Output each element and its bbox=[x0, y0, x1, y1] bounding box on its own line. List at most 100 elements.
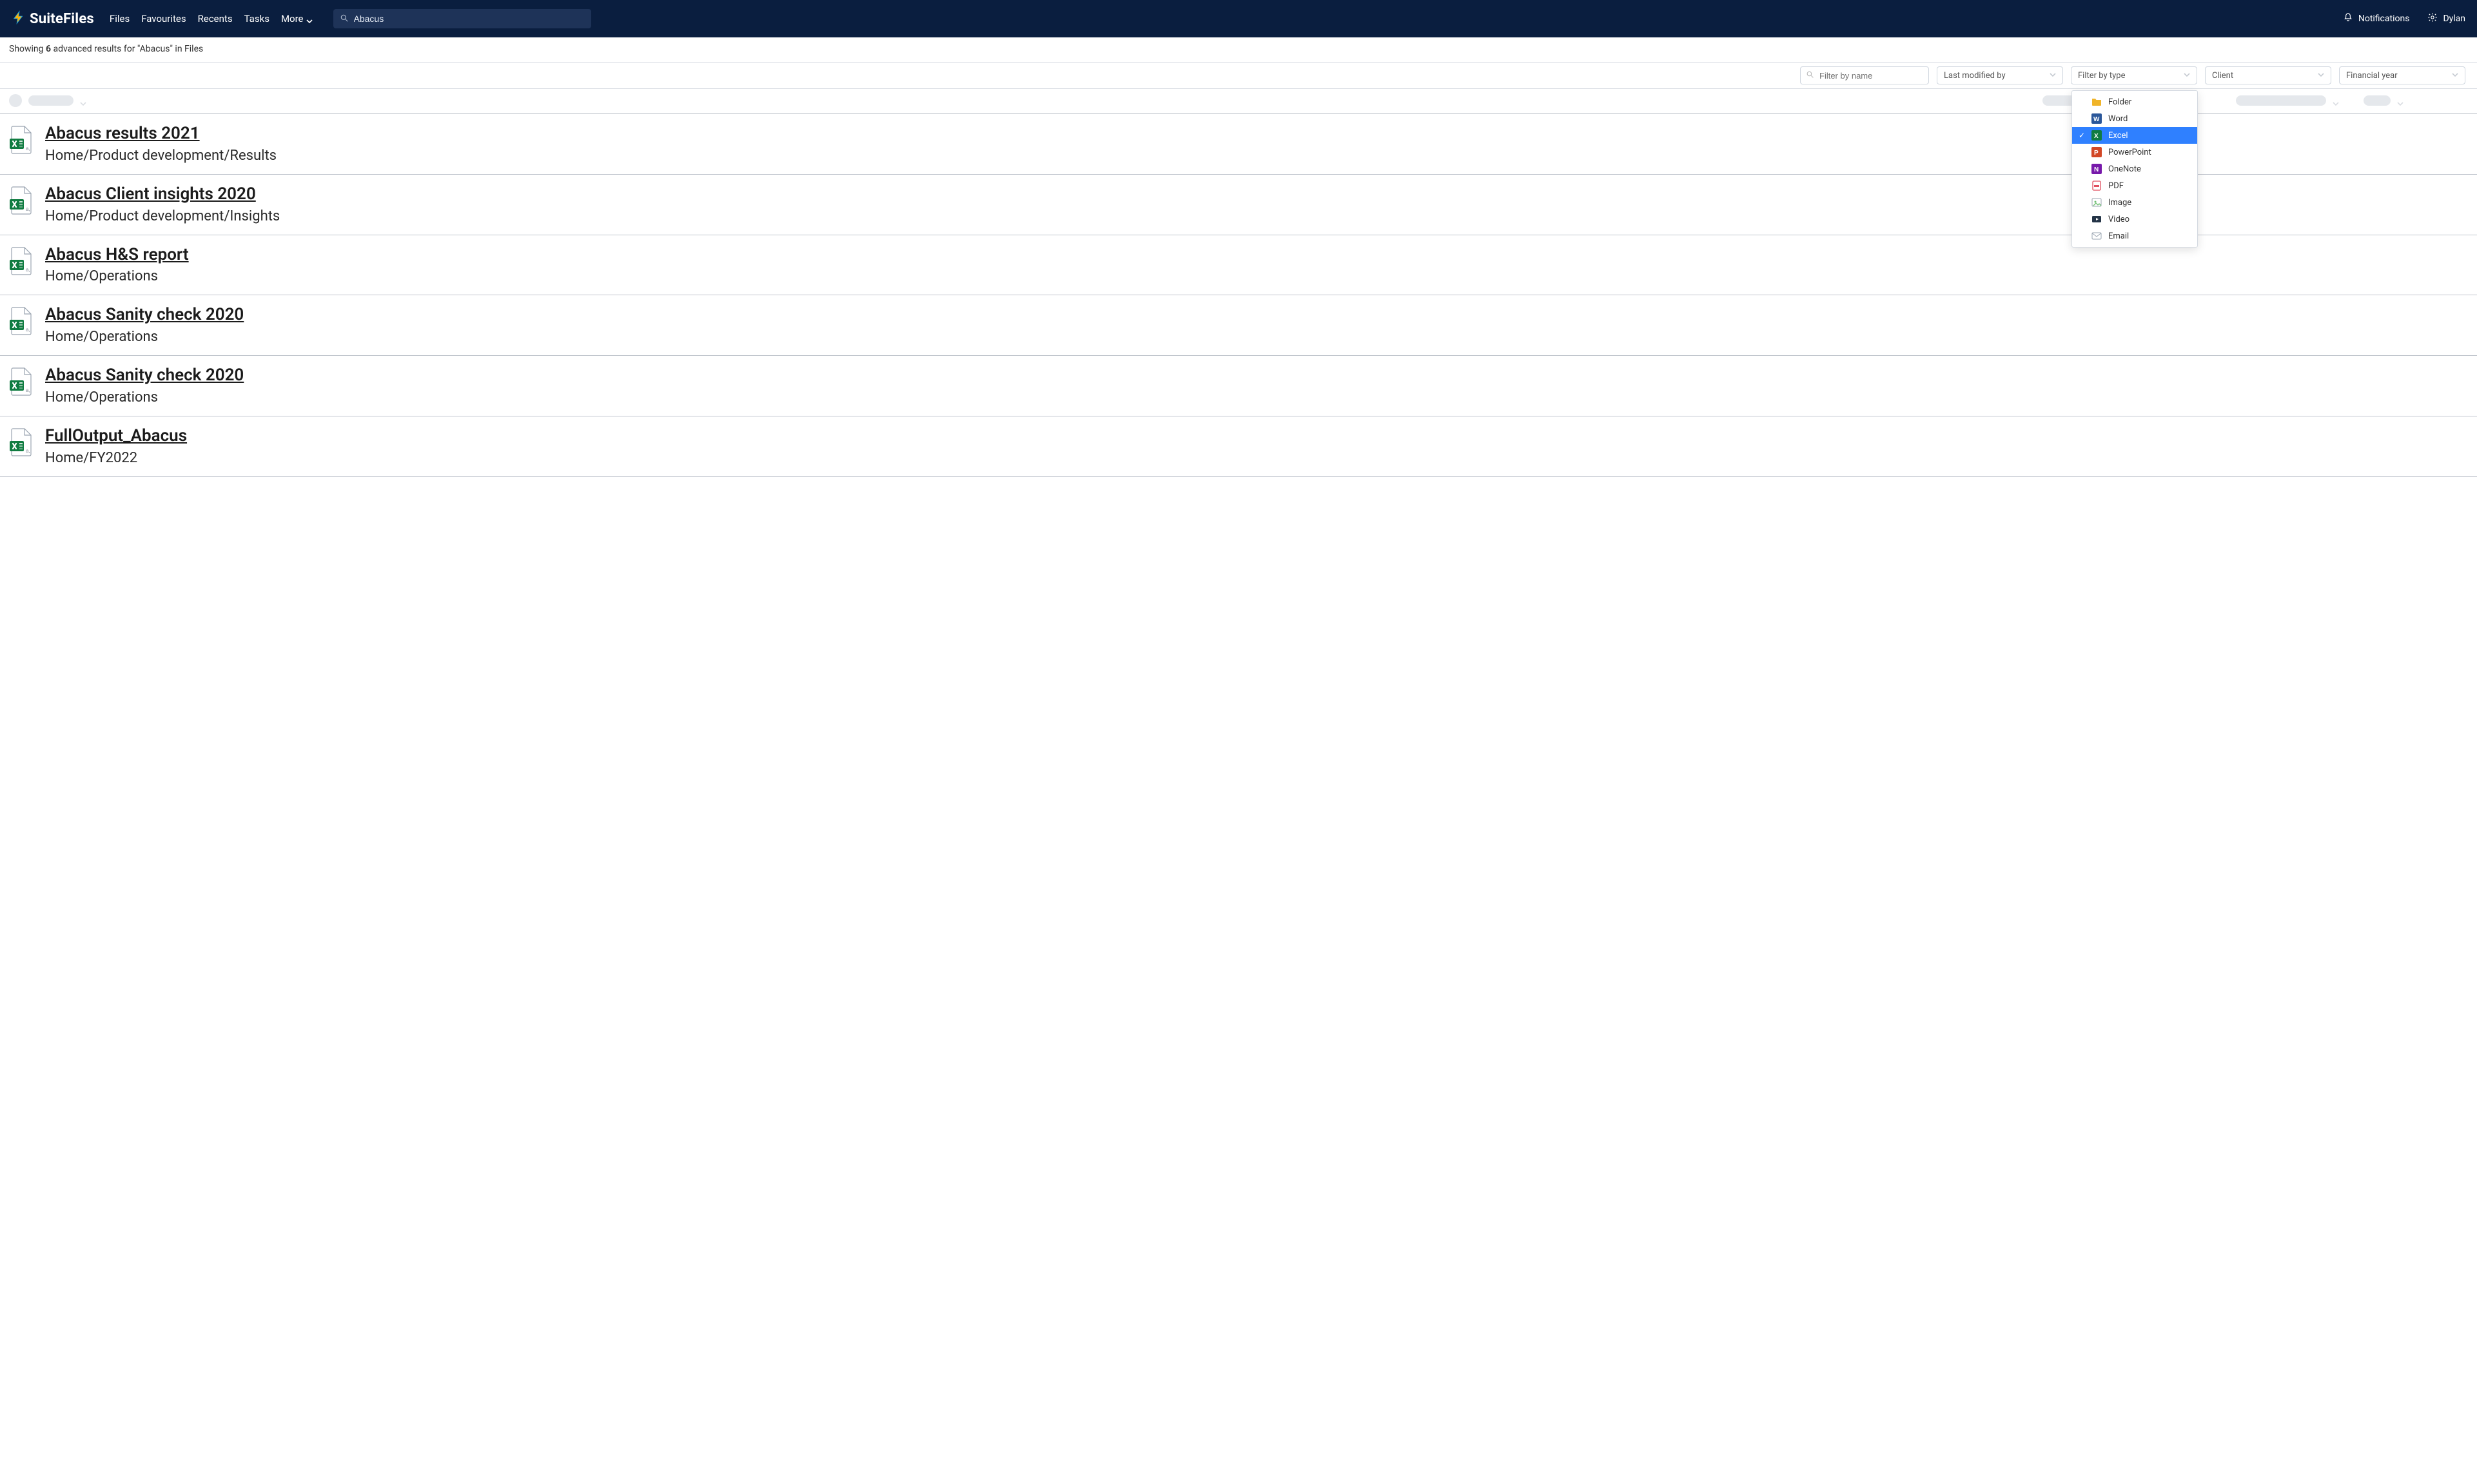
video-icon bbox=[2091, 214, 2102, 224]
result-meta: Abacus H&S report Home/Operations bbox=[45, 244, 189, 285]
pdf-icon bbox=[2091, 181, 2102, 191]
chevron-down-icon bbox=[2050, 71, 2056, 81]
nav-more-label: More bbox=[281, 13, 304, 24]
result-path: Home/Operations bbox=[45, 389, 244, 405]
skeleton-pill bbox=[28, 95, 73, 106]
user-menu[interactable]: Dylan bbox=[2427, 12, 2465, 25]
filter-by-type-menu: Folder Word Excel PowerPoint OneNote PDF Image… bbox=[2071, 90, 2198, 248]
excel-file-icon bbox=[9, 367, 34, 396]
type-option-onenote[interactable]: OneNote bbox=[2072, 161, 2197, 177]
primary-nav: Files Favourites Recents Tasks More bbox=[110, 13, 313, 24]
top-bar: SuiteFiles Files Favourites Recents Task… bbox=[0, 0, 2477, 37]
brand-text: SuiteFiles bbox=[30, 11, 94, 27]
user-label: Dylan bbox=[2443, 14, 2465, 24]
type-option-excel[interactable]: Excel bbox=[2072, 127, 2197, 144]
filter-by-type[interactable]: Filter by type FolderWordExcelPowerPoint… bbox=[2071, 66, 2197, 84]
result-path: Home/Product development/Results bbox=[45, 148, 277, 164]
result-title[interactable]: Abacus Sanity check 2020 bbox=[45, 365, 244, 387]
chevron-down-icon bbox=[2452, 71, 2458, 81]
onenote-icon bbox=[2091, 164, 2102, 174]
filter-by-type-label: Filter by type bbox=[2078, 71, 2126, 81]
type-option-label: Email bbox=[2108, 231, 2129, 241]
filter-last-modified-label: Last modified by bbox=[1944, 71, 2006, 81]
nav-files[interactable]: Files bbox=[110, 13, 130, 24]
type-option-email[interactable]: Email bbox=[2072, 228, 2197, 244]
email-icon bbox=[2091, 231, 2102, 241]
result-title[interactable]: Abacus Client insights 2020 bbox=[45, 184, 280, 206]
global-search-wrap bbox=[333, 9, 591, 28]
filter-client-label: Client bbox=[2212, 71, 2233, 81]
type-option-pdf[interactable]: PDF bbox=[2072, 177, 2197, 194]
type-option-folder[interactable]: Folder bbox=[2072, 93, 2197, 110]
result-path: Home/Product development/Insights bbox=[45, 208, 280, 224]
type-option-image[interactable]: Image bbox=[2072, 194, 2197, 211]
result-title[interactable]: FullOutput_Abacus bbox=[45, 425, 187, 447]
summary-query: "Abacus" bbox=[137, 44, 173, 54]
result-meta: Abacus Client insights 2020 Home/Product … bbox=[45, 184, 280, 224]
type-option-label: PowerPoint bbox=[2108, 148, 2151, 157]
type-option-video[interactable]: Video bbox=[2072, 211, 2197, 228]
filter-by-name[interactable] bbox=[1800, 66, 1929, 84]
result-row[interactable]: FullOutput_Abacus Home/FY2022 bbox=[0, 416, 2477, 477]
chevron-down-icon bbox=[2397, 97, 2404, 104]
result-row[interactable]: Abacus Sanity check 2020 Home/Operations bbox=[0, 356, 2477, 416]
excel-file-icon bbox=[9, 428, 34, 456]
result-path: Home/FY2022 bbox=[45, 450, 187, 466]
notifications-label: Notifications bbox=[2358, 14, 2410, 24]
filter-financial-year[interactable]: Financial year bbox=[2339, 66, 2465, 84]
type-option-label: Folder bbox=[2108, 97, 2131, 107]
brand-logo[interactable]: SuiteFiles bbox=[12, 10, 94, 27]
result-meta: Abacus results 2021 Home/Product develop… bbox=[45, 123, 277, 164]
result-meta: FullOutput_Abacus Home/FY2022 bbox=[45, 425, 187, 466]
filter-by-name-input[interactable] bbox=[1818, 70, 1934, 81]
type-option-label: OneNote bbox=[2108, 164, 2141, 174]
type-option-word[interactable]: Word bbox=[2072, 110, 2197, 127]
search-input[interactable] bbox=[353, 13, 585, 24]
chevron-down-icon bbox=[2184, 71, 2190, 81]
result-path: Home/Operations bbox=[45, 268, 189, 284]
nav-more[interactable]: More bbox=[281, 13, 313, 24]
results-summary: Showing 6 advanced results for "Abacus" … bbox=[0, 37, 2477, 62]
result-title[interactable]: Abacus results 2021 bbox=[45, 123, 277, 145]
notifications-button[interactable]: Notifications bbox=[2343, 12, 2410, 25]
summary-count: 6 bbox=[46, 44, 51, 54]
nav-tasks[interactable]: Tasks bbox=[244, 13, 269, 24]
type-option-label: Image bbox=[2108, 198, 2131, 208]
result-title[interactable]: Abacus H&S report bbox=[45, 244, 189, 266]
filter-fy-label: Financial year bbox=[2346, 71, 2398, 81]
chevron-down-icon bbox=[2318, 71, 2324, 81]
summary-mid: advanced results for bbox=[51, 44, 137, 54]
nav-favourites[interactable]: Favourites bbox=[141, 13, 186, 24]
excel-file-icon bbox=[9, 307, 34, 335]
filter-client[interactable]: Client bbox=[2205, 66, 2331, 84]
type-option-label: Video bbox=[2108, 215, 2129, 224]
word-icon bbox=[2091, 113, 2102, 124]
type-option-label: Excel bbox=[2108, 131, 2128, 141]
filter-last-modified-by[interactable]: Last modified by bbox=[1937, 66, 2063, 84]
search-icon bbox=[340, 13, 353, 25]
bell-icon bbox=[2343, 12, 2353, 25]
folder-icon bbox=[2091, 97, 2102, 107]
summary-suffix: in Files bbox=[173, 44, 203, 54]
gear-icon bbox=[2427, 12, 2438, 25]
excel-file-icon bbox=[9, 247, 34, 275]
result-row[interactable]: Abacus Sanity check 2020 Home/Operations bbox=[0, 295, 2477, 356]
excel-file-icon bbox=[9, 126, 34, 154]
lightning-icon bbox=[12, 10, 26, 27]
summary-prefix: Showing bbox=[9, 44, 46, 54]
global-search[interactable] bbox=[333, 9, 591, 28]
chevron-down-icon bbox=[2333, 97, 2339, 104]
powerpoint-icon bbox=[2091, 147, 2102, 157]
nav-recents[interactable]: Recents bbox=[198, 13, 233, 24]
type-option-powerpoint[interactable]: PowerPoint bbox=[2072, 144, 2197, 161]
image-icon bbox=[2091, 197, 2102, 208]
search-icon bbox=[1806, 70, 1818, 81]
result-meta: Abacus Sanity check 2020 Home/Operations bbox=[45, 304, 244, 345]
result-title[interactable]: Abacus Sanity check 2020 bbox=[45, 304, 244, 326]
result-path: Home/Operations bbox=[45, 329, 244, 345]
excel-icon bbox=[2091, 130, 2102, 141]
skeleton-circle bbox=[9, 94, 22, 107]
filters-row: Last modified by Filter by type FolderWo… bbox=[0, 62, 2477, 89]
result-meta: Abacus Sanity check 2020 Home/Operations bbox=[45, 365, 244, 405]
excel-file-icon bbox=[9, 186, 34, 215]
